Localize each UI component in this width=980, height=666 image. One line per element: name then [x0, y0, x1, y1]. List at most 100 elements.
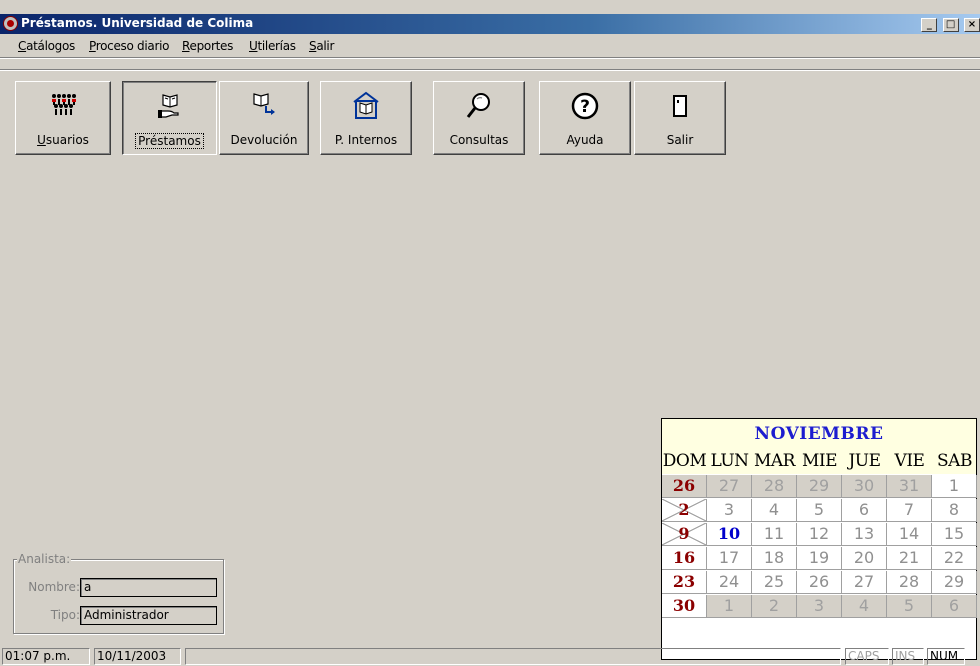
status-date: 10/11/2003 [94, 648, 181, 665]
menu-salir[interactable]: Salir [309, 39, 334, 53]
ayuda-label: Ayuda [566, 133, 604, 147]
calendar-day[interactable]: 26 [662, 475, 707, 498]
calendar-day[interactable]: 6 [842, 499, 887, 522]
usuarios-button[interactable]: Usuarios [15, 81, 111, 155]
calendar-day[interactable]: 29 [932, 571, 977, 594]
library-book-icon [353, 91, 379, 119]
calendar-day[interactable]: 2 [752, 595, 797, 618]
calendar-day[interactable]: 4 [752, 499, 797, 522]
calendar-day[interactable]: 3 [797, 595, 842, 618]
ayuda-button[interactable]: ? Ayuda [539, 81, 631, 155]
calendar-day[interactable]: 1 [707, 595, 752, 618]
calendar-day[interactable]: 26 [797, 571, 842, 594]
app-icon[interactable] [3, 16, 18, 31]
calendar-day[interactable]: 8 [932, 499, 977, 522]
calendar-day[interactable]: 30 [842, 475, 887, 498]
calendar-day[interactable]: 28 [887, 571, 932, 594]
calendar-day[interactable]: 1 [932, 475, 977, 498]
minimize-button[interactable]: _ [921, 18, 938, 32]
day-name-mie: MIE [801, 451, 838, 471]
usuarios-label: Usuarios [37, 133, 89, 147]
calendar-day[interactable]: 19 [797, 547, 842, 570]
p-internos-label: P. Internos [334, 133, 398, 147]
name-field[interactable]: a [80, 578, 217, 597]
calendar-day-names: DOM LUN MAR MIE JUE VIE SAB [662, 449, 976, 474]
day-name-mar: MAR [754, 451, 795, 471]
calendar-day[interactable]: 5 [797, 499, 842, 522]
analyst-groupbox: Analista: Nombre: a Tipo: Administrador [13, 552, 224, 634]
window-title: Préstamos. Universidad de Colima [21, 16, 254, 30]
calendar-day[interactable]: 3 [707, 499, 752, 522]
help-icon: ? [571, 92, 599, 120]
calendar-day[interactable]: 10 [707, 523, 752, 546]
status-time: 01:07 p.m. [2, 648, 90, 665]
calendar-day[interactable]: 7 [887, 499, 932, 522]
calendar-day[interactable]: 2 [662, 499, 707, 522]
day-name-vie: VIE [894, 451, 925, 471]
calendar-day[interactable]: 6 [932, 595, 977, 618]
maximize-button[interactable]: □ [942, 18, 959, 32]
menu-reportes[interactable]: Reportes [182, 39, 233, 53]
menu-utilerias[interactable]: Utilerías [249, 39, 296, 53]
calendar-day[interactable]: 17 [707, 547, 752, 570]
day-name-jue: JUE [848, 451, 881, 471]
salir-button[interactable]: Salir [634, 81, 726, 155]
devolucion-button[interactable]: Devolución [219, 81, 309, 155]
calendar-day[interactable]: 12 [797, 523, 842, 546]
calendar-day[interactable]: 18 [752, 547, 797, 570]
name-label: Nombre: [28, 580, 80, 594]
consultas-button[interactable]: Consultas [433, 81, 525, 155]
calendar-day[interactable]: 28 [752, 475, 797, 498]
day-name-sab: SAB [937, 451, 972, 471]
users-icon [52, 94, 76, 115]
door-icon [673, 95, 687, 117]
calendar-day[interactable]: 11 [752, 523, 797, 546]
status-num: NUM [927, 648, 965, 665]
menu-bar: Catálogos Proceso diario Reportes Utiler… [0, 36, 980, 56]
menu-divider [0, 57, 980, 59]
close-button[interactable]: × [964, 18, 980, 32]
calendar-day[interactable]: 29 [797, 475, 842, 498]
calendar-day[interactable]: 25 [752, 571, 797, 594]
menu-proceso-diario[interactable]: Proceso diario [89, 39, 169, 53]
p-internos-button[interactable]: P. Internos [320, 81, 412, 155]
calendar-day[interactable]: 27 [842, 571, 887, 594]
calendar-day[interactable]: 24 [707, 571, 752, 594]
prestamos-button[interactable]: Préstamos [122, 81, 217, 155]
status-message [185, 648, 841, 665]
status-ins: INS [892, 648, 924, 665]
calendar-header: NOVIEMBRE [662, 419, 976, 449]
type-field[interactable]: Administrador [80, 606, 217, 625]
calendar-day[interactable]: 4 [842, 595, 887, 618]
type-label: Tipo: [50, 608, 80, 622]
status-bar: 01:07 p.m. 10/11/2003 CAPS INS NUM [0, 645, 980, 666]
calendar-day[interactable]: 22 [932, 547, 977, 570]
title-bar[interactable]: Préstamos. Universidad de Colima _ □ × [0, 14, 980, 34]
book-return-icon [253, 93, 275, 115]
menu-catalogos[interactable]: Catálogos [18, 39, 75, 53]
book-hand-icon [157, 94, 179, 118]
salir-label: Salir [666, 133, 694, 147]
day-name-lun: LUN [710, 451, 749, 471]
calendar-day[interactable]: 20 [842, 547, 887, 570]
magnifier-icon [466, 93, 490, 118]
devolucion-label: Devolución [230, 133, 298, 147]
calendar-day[interactable]: 21 [887, 547, 932, 570]
calendar-day[interactable]: 9 [662, 523, 707, 546]
day-name-dom: DOM [662, 451, 707, 471]
calendar-day[interactable]: 14 [887, 523, 932, 546]
calendar-day[interactable]: 16 [662, 547, 707, 570]
status-caps: CAPS [845, 648, 889, 665]
calendar-day[interactable]: 30 [662, 595, 707, 618]
analyst-legend: Analista: [17, 552, 72, 566]
calendar-day[interactable]: 27 [707, 475, 752, 498]
toolbar-divider [0, 69, 980, 71]
calendar-day[interactable]: 13 [842, 523, 887, 546]
calendar-day[interactable]: 15 [932, 523, 977, 546]
consultas-label: Consultas [449, 133, 509, 147]
calendar-day[interactable]: 5 [887, 595, 932, 618]
calendar-day[interactable]: 31 [887, 475, 932, 498]
prestamos-label: Préstamos [135, 133, 204, 149]
calendar-day[interactable]: 23 [662, 571, 707, 594]
calendar-month: NOVIEMBRE [754, 424, 884, 444]
